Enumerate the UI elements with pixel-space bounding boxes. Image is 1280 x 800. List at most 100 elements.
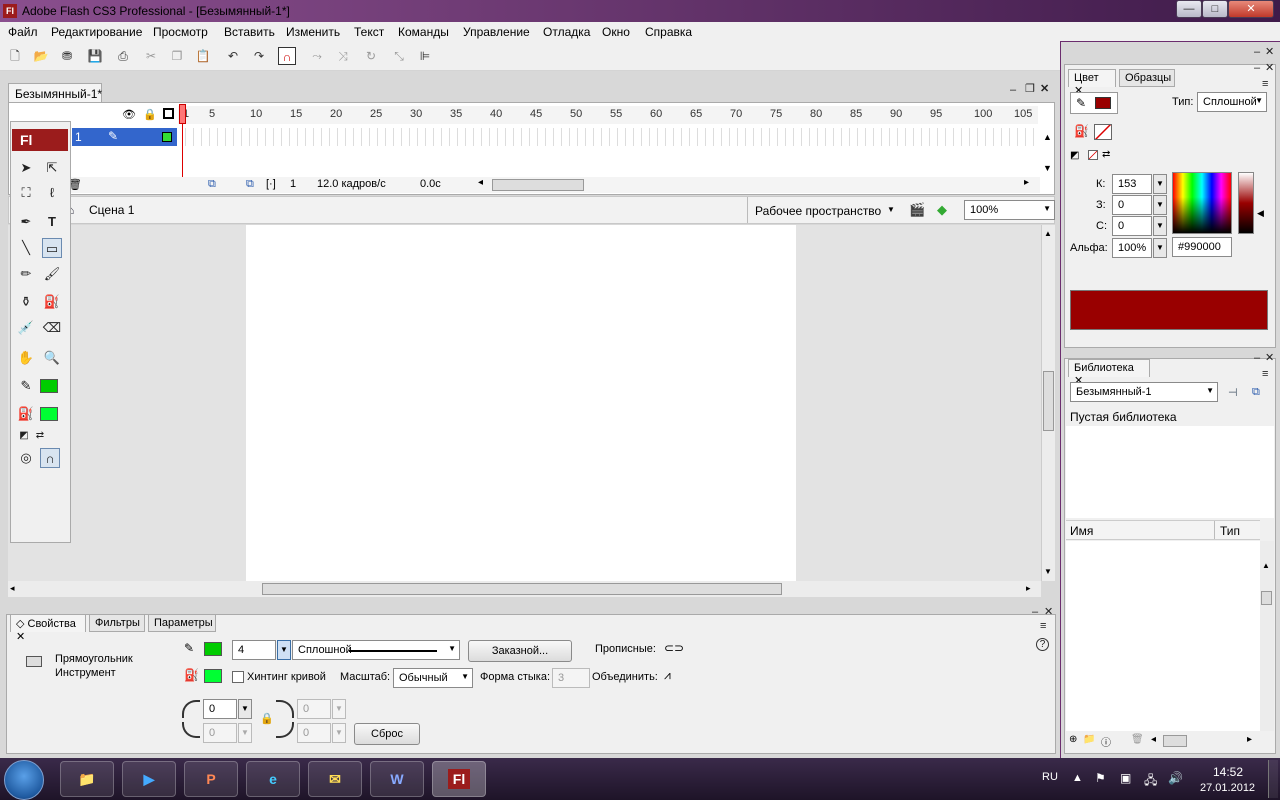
library-list[interactable] [1066, 541, 1260, 731]
straighten-icon[interactable]: ⤨ [334, 47, 352, 65]
menu-window[interactable]: Окно [602, 25, 630, 39]
fill-color-swatch[interactable] [40, 407, 58, 421]
workspace-menu[interactable]: Рабочее пространство [755, 204, 881, 218]
red-input[interactable]: 153 [1112, 174, 1152, 194]
green-input[interactable]: 0 [1112, 195, 1152, 215]
library-vertical-scrollbar[interactable]: ▲ [1260, 541, 1274, 731]
help-icon[interactable]: ? [1036, 638, 1049, 651]
outlook-taskbar-button[interactable]: ✉ [308, 761, 362, 797]
scroll-left-icon[interactable]: ◂ [10, 583, 15, 594]
vscroll-thumb[interactable] [1043, 371, 1054, 431]
column-name[interactable]: Имя [1070, 524, 1093, 538]
eyedropper-tool-icon[interactable]: 💉 [16, 318, 36, 338]
minimize-button[interactable]: — [1176, 0, 1202, 18]
menu-control[interactable]: Управление [463, 25, 530, 39]
tl-scroll-down-icon[interactable]: ▼ [1043, 163, 1052, 173]
copy-icon[interactable]: ❐ [168, 47, 186, 65]
stroke-height-dropdown[interactable]: ▼ [277, 640, 291, 660]
menu-text[interactable]: Текст [354, 25, 384, 39]
scroll-down-icon[interactable]: ▼ [1044, 567, 1052, 576]
maximize-button[interactable]: □ [1202, 0, 1228, 18]
lock-corners-icon[interactable]: 🔒 [260, 712, 274, 725]
alpha-dropdown[interactable]: ▼ [1153, 238, 1167, 258]
join-icon[interactable]: ⩘ [664, 668, 671, 683]
column-type[interactable]: Тип [1220, 524, 1240, 538]
tab-filters[interactable]: Фильтры [89, 614, 145, 632]
rectangle-tool-icon[interactable]: ▭ [42, 238, 62, 258]
blue-input[interactable]: 0 [1112, 216, 1152, 236]
fill-type-select[interactable]: Сплошной ▼ [1197, 92, 1267, 112]
dock-close-icon[interactable]: ✕ [1265, 45, 1274, 58]
menu-help[interactable]: Справка [645, 25, 692, 39]
brush-tool-icon[interactable]: 🖌 [42, 264, 62, 284]
rotate-icon[interactable]: ↻ [362, 47, 380, 65]
swap-colors-icon[interactable]: ⇄ [1102, 149, 1110, 160]
hand-tool-icon[interactable]: ✋ [16, 348, 36, 368]
text-tool-icon[interactable]: T [42, 212, 62, 232]
eye-icon[interactable]: 👁 [122, 108, 136, 121]
new-library-panel-icon[interactable]: ⧉ [1252, 386, 1260, 399]
corner-tr-input[interactable]: 0 [297, 699, 331, 719]
hex-input[interactable]: #990000 [1172, 237, 1232, 257]
cut-icon[interactable]: ✂ [142, 47, 160, 65]
tray-volume-icon[interactable]: 🔊 [1168, 771, 1183, 785]
scene-name[interactable]: Сцена 1 [89, 203, 134, 217]
start-button[interactable] [4, 760, 44, 800]
tray-device-icon[interactable]: ▣ [1120, 771, 1131, 785]
layer-row[interactable]: 1 ✎ [72, 128, 177, 146]
corner-bl-dropdown[interactable]: ▼ [238, 723, 252, 743]
edit-scene-icon[interactable]: 🎬 [909, 202, 925, 218]
menu-view[interactable]: Просмотр [153, 25, 208, 39]
alpha-input[interactable]: 100% [1112, 238, 1152, 258]
corner-tl-input[interactable]: 0 [203, 699, 237, 719]
color-close-icon[interactable]: ✕ [1265, 61, 1274, 74]
undo-icon[interactable]: ↶ [224, 47, 242, 65]
stage-horizontal-scrollbar[interactable]: ◂ ▸ [8, 581, 1041, 597]
edit-symbols-icon[interactable]: ◆ [937, 202, 947, 218]
caps-icon[interactable]: ⊂⊃ [664, 641, 684, 655]
layer-outline-color[interactable] [162, 132, 172, 142]
brightness-slider[interactable] [1238, 172, 1254, 234]
no-color-icon[interactable] [1088, 150, 1098, 160]
paint-bucket-tool-icon[interactable]: ⛽ [42, 292, 62, 312]
stroke-toggle[interactable]: ✎ [1070, 92, 1118, 114]
ie-taskbar-button[interactable]: e [246, 761, 300, 797]
library-hscroll-thumb[interactable] [1163, 735, 1187, 747]
panel-menu-icon[interactable]: ≡ [1040, 620, 1046, 632]
tl-scroll-up-icon[interactable]: ▲ [1043, 132, 1052, 142]
doc-restore-icon[interactable]: ❐ [1025, 82, 1035, 95]
word-taskbar-button[interactable]: W [370, 761, 424, 797]
color-panel-menu-icon[interactable]: ≡ [1262, 78, 1268, 90]
library-menu-icon[interactable]: ≡ [1262, 368, 1268, 380]
tab-properties[interactable]: ◇ Свойства ✕ [10, 614, 86, 643]
scroll-right-icon[interactable]: ▸ [1026, 583, 1031, 594]
library-minimize-icon[interactable]: – [1254, 352, 1260, 364]
save-icon[interactable]: 💾 [86, 47, 104, 65]
menu-edit[interactable]: Редактирование [51, 25, 142, 39]
timeline-hscroll-thumb[interactable] [492, 179, 584, 191]
scroll-up-icon[interactable]: ▲ [1044, 229, 1052, 238]
fill-bucket-icon[interactable]: ⛽ [1074, 124, 1089, 138]
pencil-tool-icon[interactable]: ✏ [16, 264, 36, 284]
bridge-icon[interactable]: ⛃ [58, 47, 76, 65]
close-button[interactable]: ✕ [1228, 0, 1274, 18]
tab-swatches[interactable]: Образцы [1119, 69, 1175, 87]
outline-icon[interactable] [163, 108, 174, 119]
hscroll-thumb[interactable] [262, 583, 782, 595]
edit-multiple-icon[interactable]: ⧉ [246, 178, 254, 191]
props-stroke-swatch[interactable] [204, 642, 222, 656]
stroke-color-swatch[interactable] [40, 379, 58, 393]
new-symbol-icon[interactable]: ⊕ [1069, 734, 1077, 745]
clock-date[interactable]: 27.01.2012 [1200, 782, 1255, 794]
miter-input[interactable]: 3 [552, 668, 590, 688]
print-icon[interactable]: ⎙ [114, 47, 132, 65]
props-fill-swatch[interactable] [204, 669, 222, 683]
reset-button[interactable]: Сброс [354, 723, 420, 745]
properties-icon[interactable]: ⓘ [1101, 734, 1111, 749]
tray-flag-icon[interactable]: ⚑ [1095, 771, 1106, 785]
onion-skin-icon[interactable]: ⧉ [208, 178, 216, 191]
language-indicator[interactable]: RU [1042, 771, 1058, 783]
stage-canvas[interactable] [246, 225, 796, 581]
scroll-right-icon[interactable]: ▸ [1247, 734, 1252, 745]
dock-minimize-icon[interactable]: – [1254, 46, 1260, 58]
